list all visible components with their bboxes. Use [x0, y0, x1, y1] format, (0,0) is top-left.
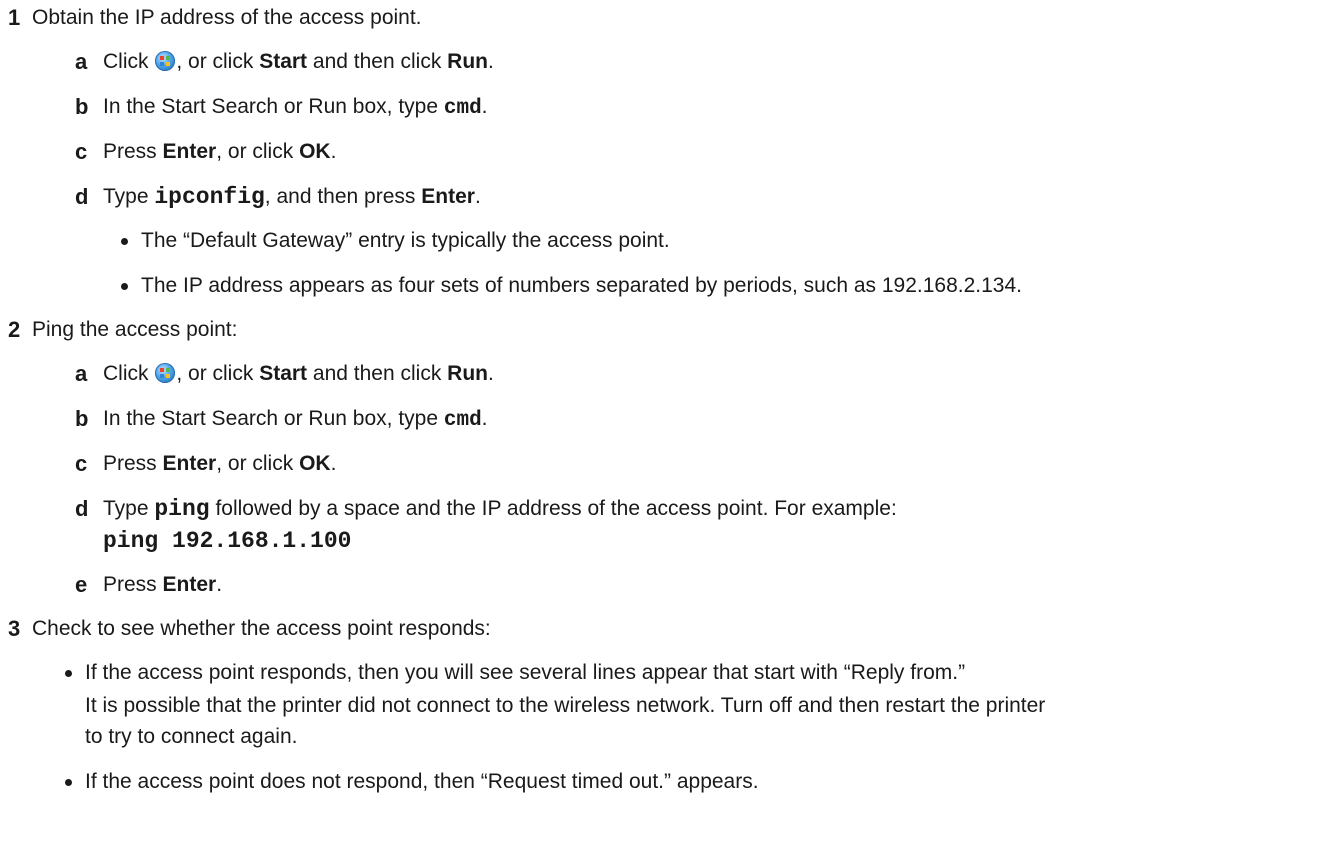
substep-letter: a — [75, 49, 88, 74]
paragraph-text: to try to connect again. — [85, 725, 298, 748]
substep-text: Type ping followed by a space and the IP… — [103, 496, 897, 522]
substep-text: Type ipconfig, and then press Enter. — [103, 184, 481, 210]
step-number: 2 — [8, 317, 21, 342]
paragraph-text: It is possible that the printer did not … — [85, 694, 1046, 717]
step-number: 1 — [8, 5, 21, 30]
bullet-text: If the access point does not respond, th… — [85, 770, 759, 793]
step-title: Ping the access point: — [32, 318, 238, 341]
substep-text: Click , or click Start and then click Ru… — [103, 50, 494, 73]
step-title: Check to see whether the access point re… — [32, 617, 491, 640]
step-title: Obtain the IP address of the access poin… — [32, 6, 422, 29]
bullet-text: If the access point responds, then you w… — [85, 661, 966, 684]
bullet-text: The IP address appears as four sets of n… — [141, 274, 1022, 297]
substep-letter: a — [75, 361, 88, 386]
substep-text: In the Start Search or Run box, type cmd… — [103, 407, 488, 432]
substep-letter: c — [75, 451, 88, 476]
substep-letter: b — [75, 406, 89, 431]
substep-letter: d — [75, 496, 89, 521]
substep-text: In the Start Search or Run box, type cmd… — [103, 95, 488, 120]
substep-text: Press Enter, or click OK. — [103, 452, 337, 475]
windows-start-orb-icon — [155, 51, 176, 71]
substep-letter: c — [75, 139, 88, 164]
bullet-dot — [65, 670, 72, 677]
substep-letter: b — [75, 94, 89, 119]
substep-text: Press Enter, or click OK. — [103, 140, 337, 163]
bullet-dot — [121, 283, 128, 290]
substep-text: Click , or click Start and then click Ru… — [103, 362, 494, 385]
bullet-dot — [121, 238, 128, 245]
substep-letter: e — [75, 572, 88, 597]
windows-start-orb-icon — [155, 363, 176, 383]
substep-text: Press Enter. — [103, 573, 223, 596]
code-example: ping 192.168.1.100 — [103, 528, 352, 554]
substep-letter: d — [75, 184, 89, 209]
step-number: 3 — [8, 616, 21, 641]
bullet-text: The “Default Gateway” entry is typically… — [141, 229, 670, 252]
bullet-dot — [65, 779, 72, 786]
